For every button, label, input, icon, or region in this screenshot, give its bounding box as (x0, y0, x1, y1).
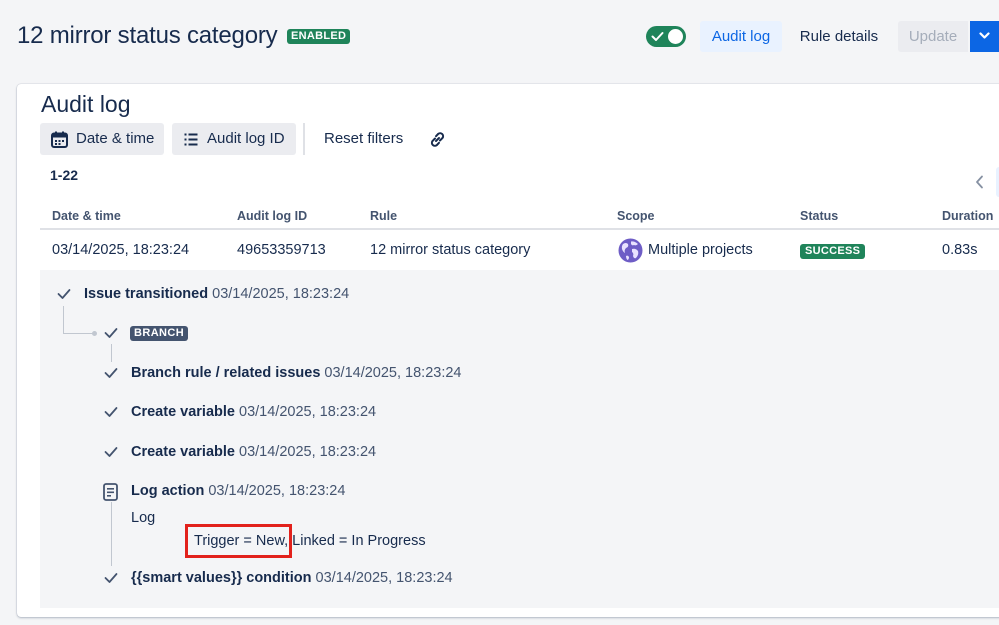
date-time-filter-label: Date & time (76, 130, 155, 147)
chevron-left-icon[interactable] (975, 175, 984, 189)
status-badge: SUCCESS (800, 244, 866, 259)
step-create-variable[interactable]: Create variable 03/14/2025, 18:23:24 (131, 404, 376, 420)
step-time: 03/14/2025, 18:23:24 (324, 365, 462, 381)
row-duration: 0.83s (942, 242, 978, 258)
step-time: 03/14/2025, 18:23:24 (315, 570, 453, 586)
link-icon[interactable] (428, 130, 447, 149)
col-status[interactable]: Status (800, 209, 838, 223)
step-name: Create variable (131, 404, 235, 420)
check-icon (104, 573, 118, 583)
tree-connector (63, 333, 94, 334)
row-date-time[interactable]: 03/14/2025, 18:23:24 (52, 242, 189, 258)
step-smart-values-condition[interactable]: {{smart values}} condition 03/14/2025, 1… (131, 570, 453, 586)
audit-log-heading: Audit log (41, 91, 131, 117)
rule-details-button[interactable]: Rule details (792, 21, 886, 52)
step-time: 03/14/2025, 18:23:24 (239, 444, 377, 460)
toggle-check-icon (651, 32, 664, 41)
trigger-event[interactable]: Issue transitioned 03/14/2025, 18:23:24 (84, 286, 349, 302)
table-header-divider (40, 228, 999, 230)
row-rule: 12 mirror status category (370, 242, 531, 258)
enabled-badge: ENABLED (287, 29, 351, 44)
audit-log-id-filter-label: Audit log ID (207, 130, 285, 147)
update-button[interactable]: Update (898, 21, 968, 52)
date-time-filter-button[interactable]: Date & time (40, 123, 164, 155)
step-name: Branch rule / related issues (131, 365, 321, 381)
row-scope: Multiple projects (648, 242, 753, 258)
list-icon (184, 133, 198, 146)
toggle-knob (668, 29, 683, 44)
check-icon (104, 407, 118, 417)
chevron-down-icon (979, 32, 990, 39)
step-name: Create variable (131, 444, 235, 460)
check-icon (104, 447, 118, 457)
col-audit-log-id[interactable]: Audit log ID (237, 209, 307, 223)
calendar-icon (51, 131, 68, 148)
trigger-name: Issue transitioned (84, 286, 209, 302)
step-log-action[interactable]: Log action 03/14/2025, 18:23:24 (131, 483, 345, 499)
col-duration[interactable]: Duration (942, 209, 993, 223)
col-date-time[interactable]: Date & time (52, 209, 121, 223)
check-icon (104, 368, 118, 378)
col-scope[interactable]: Scope (617, 209, 655, 223)
branch-connector (111, 344, 112, 362)
page-title: 12 mirror status category (17, 22, 278, 49)
rule-enabled-toggle[interactable] (646, 26, 686, 47)
tree-connector (63, 306, 64, 334)
check-icon (104, 328, 118, 338)
document-icon (103, 483, 118, 501)
audit-log-id-filter-button[interactable]: Audit log ID (172, 123, 296, 155)
step-branch-rule[interactable]: Branch rule / related issues 03/14/2025,… (131, 365, 462, 381)
step-name: {{smart values}} condition (131, 570, 312, 586)
reset-filters-button[interactable]: Reset filters (324, 123, 403, 155)
branch-badge: BRANCH (130, 326, 189, 341)
step-create-variable[interactable]: Create variable 03/14/2025, 18:23:24 (131, 444, 376, 460)
row-audit-log-id: 49653359713 (237, 242, 326, 258)
highlight-annotation-box (185, 524, 292, 558)
trigger-time: 03/14/2025, 18:23:24 (212, 286, 350, 302)
audit-log-button[interactable]: Audit log (700, 21, 782, 52)
step-name: Log action (131, 483, 205, 499)
check-icon (57, 289, 71, 299)
tree-node-dot (92, 331, 97, 336)
log-label: Log (131, 510, 156, 526)
col-rule[interactable]: Rule (370, 209, 397, 223)
branch-connector (111, 502, 112, 566)
results-range: 1-22 (50, 167, 79, 183)
filter-divider (303, 123, 305, 155)
audit-log-card: Audit log Date & time Audit log ID Reset… (17, 84, 999, 617)
update-dropdown-button[interactable] (970, 21, 999, 52)
step-time: 03/14/2025, 18:23:24 (208, 483, 346, 499)
audit-details-panel (40, 270, 999, 608)
globe-icon (618, 238, 643, 263)
step-time: 03/14/2025, 18:23:24 (239, 404, 377, 420)
